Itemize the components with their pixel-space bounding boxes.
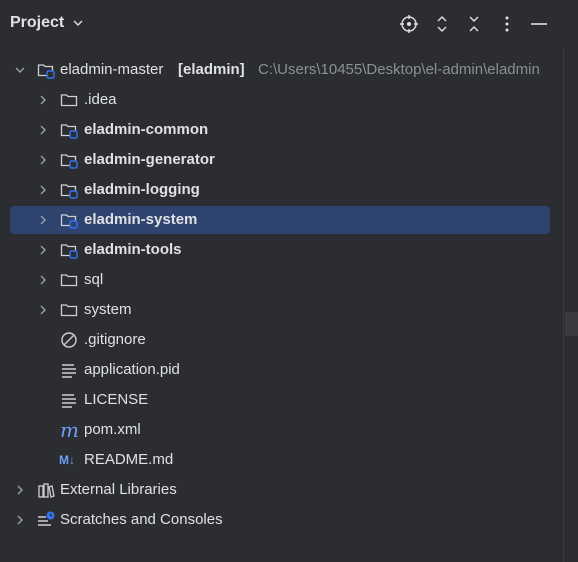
tree-item-label: .gitignore (84, 331, 146, 348)
locate-icon[interactable] (399, 14, 419, 34)
folder-icon (60, 274, 78, 287)
expand-all-icon[interactable] (432, 14, 452, 34)
tree-item-readme[interactable]: M↓ README.md (0, 445, 563, 475)
tree-item-label: application.pid (84, 361, 180, 378)
module-folder-icon (37, 64, 55, 79)
tree-item-gitignore[interactable]: .gitignore (0, 325, 563, 355)
tree-item-eladmin-common[interactable]: eladmin-common (0, 115, 563, 145)
tree-item-label: system (84, 301, 132, 318)
collapse-all-icon[interactable] (464, 14, 484, 34)
tree-item-label: sql (84, 271, 104, 288)
chevron-down-icon[interactable] (14, 63, 26, 77)
text-file-icon (62, 364, 76, 378)
hide-panel-icon[interactable] (529, 14, 549, 34)
folder-icon (60, 94, 78, 107)
chevron-right-icon[interactable] (37, 273, 49, 287)
tree-root-row[interactable]: eladmin-master [eladmin] C:\Users\10455\… (0, 55, 563, 85)
tree-item-label: eladmin-generator (84, 151, 215, 168)
root-module-name: eladmin-master (60, 61, 164, 78)
root-module-qualifier: [eladmin] (178, 61, 245, 78)
module-folder-icon (60, 244, 78, 259)
tree-item-label: README.md (84, 451, 174, 468)
markdown-icon: M↓ (59, 453, 75, 467)
chevron-right-icon[interactable] (37, 213, 49, 227)
tree-item-system[interactable]: system (0, 295, 563, 325)
tree-item-label: Scratches and Consoles (60, 511, 223, 528)
tree-item-label: eladmin-common (84, 121, 209, 138)
project-tool-window-header: Project (0, 0, 578, 48)
tree-item-label: eladmin-tools (84, 241, 182, 258)
ignore-file-icon (61, 332, 77, 348)
module-folder-icon (60, 154, 78, 169)
tree-item-sql[interactable]: sql (0, 265, 563, 295)
maven-icon: m (60, 418, 79, 442)
tree-item-label: eladmin-logging (84, 181, 200, 198)
tree-item-label: eladmin-system (84, 211, 198, 228)
chevron-right-icon[interactable] (37, 243, 49, 257)
chevron-right-icon[interactable] (37, 123, 49, 137)
module-folder-icon (60, 214, 78, 229)
module-folder-icon (60, 124, 78, 139)
chevron-right-icon[interactable] (14, 483, 26, 497)
library-icon (38, 483, 55, 498)
chevron-down-icon[interactable] (72, 17, 84, 29)
chevron-right-icon[interactable] (37, 153, 49, 167)
tree-item-pom-xml[interactable]: m pom.xml (0, 415, 563, 445)
chevron-right-icon[interactable] (37, 303, 49, 317)
root-module-path: C:\Users\10455\Desktop\el-admin\eladmin (258, 61, 540, 78)
tool-window-title[interactable]: Project (10, 14, 64, 32)
scratches-icon (38, 511, 55, 526)
tree-item-eladmin-tools[interactable]: eladmin-tools (0, 235, 563, 265)
tree-item-application-pid[interactable]: application.pid (0, 355, 563, 385)
tree-item-eladmin-system[interactable]: eladmin-system (0, 205, 563, 235)
text-file-icon (62, 394, 76, 408)
tree-item-eladmin-generator[interactable]: eladmin-generator (0, 145, 563, 175)
scrollbar-track[interactable] (564, 48, 578, 562)
folder-icon (60, 304, 78, 317)
tree-item-label: pom.xml (84, 421, 141, 438)
tree-item-scratches-and-consoles[interactable]: Scratches and Consoles (0, 505, 563, 535)
tree-item-eladmin-logging[interactable]: eladmin-logging (0, 175, 563, 205)
tree-item-external-libraries[interactable]: External Libraries (0, 475, 563, 505)
module-folder-icon (60, 184, 78, 199)
tree-item-label: External Libraries (60, 481, 177, 498)
tree-item-idea[interactable]: .idea (0, 85, 563, 115)
tree-item-license[interactable]: LICENSE (0, 385, 563, 415)
tree-item-label: .idea (84, 91, 117, 108)
tree-item-label: LICENSE (84, 391, 149, 408)
more-options-icon[interactable] (497, 14, 517, 34)
chevron-right-icon[interactable] (14, 513, 26, 527)
chevron-right-icon[interactable] (37, 93, 49, 107)
scrollbar-thumb[interactable] (565, 312, 578, 336)
chevron-right-icon[interactable] (37, 183, 49, 197)
